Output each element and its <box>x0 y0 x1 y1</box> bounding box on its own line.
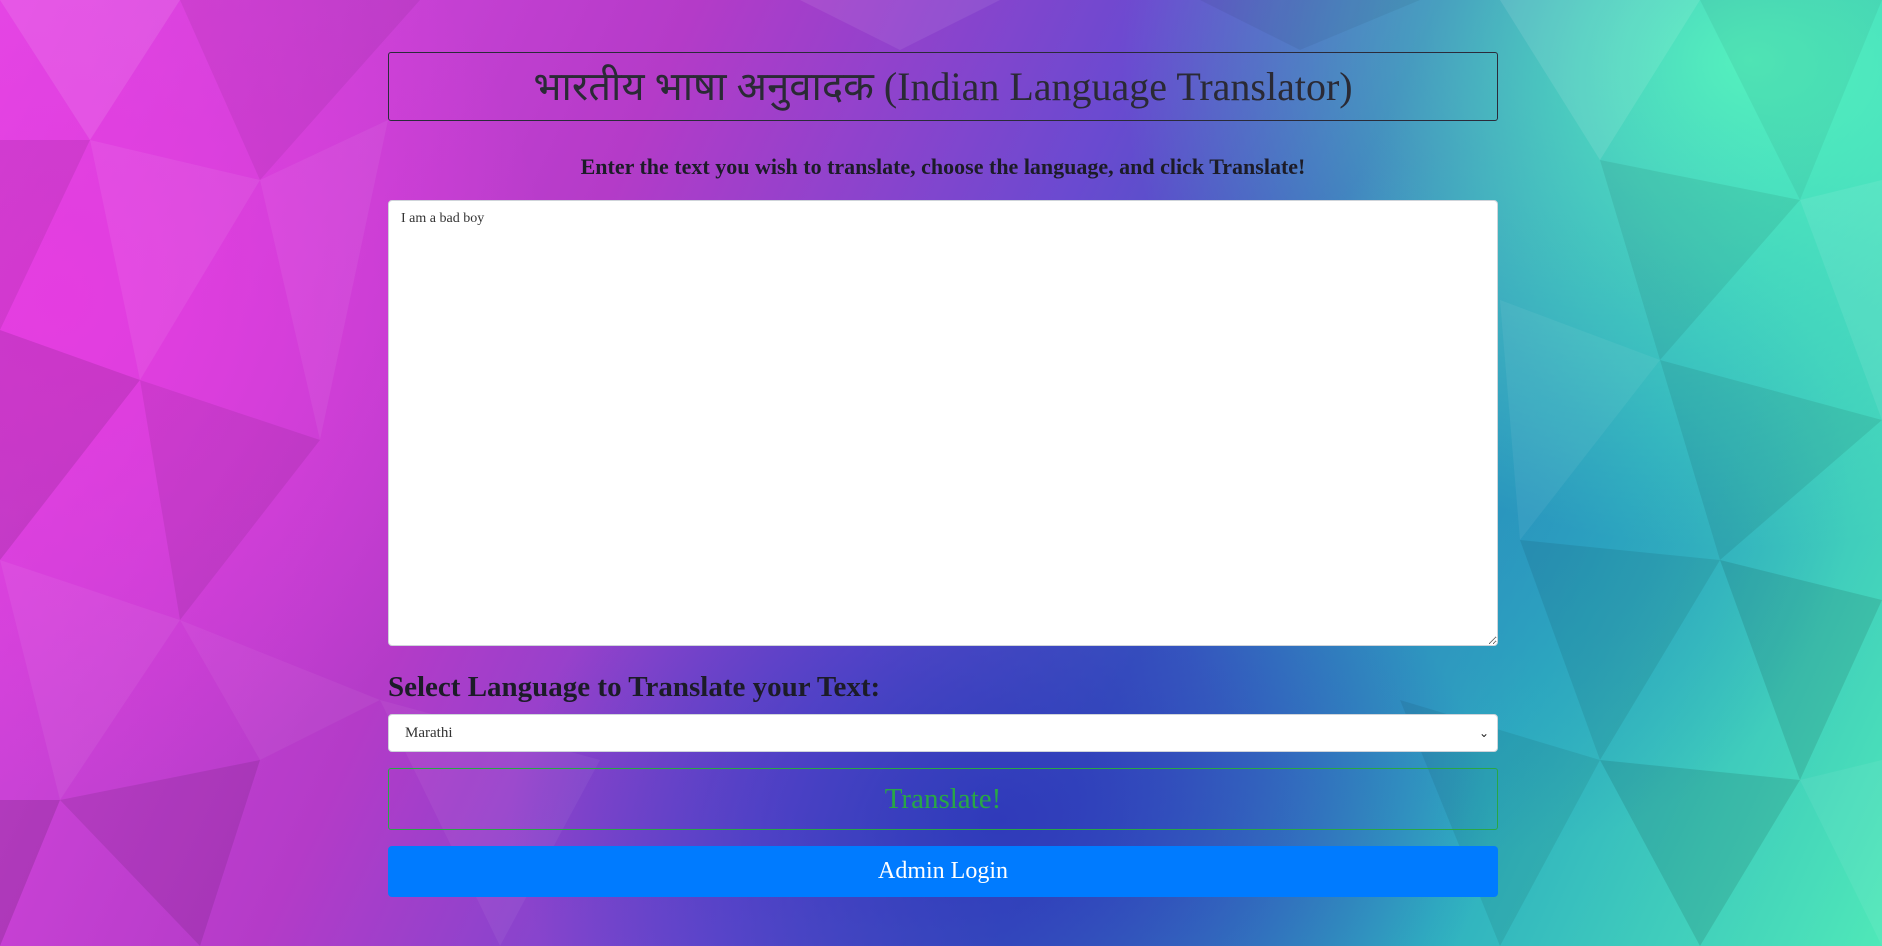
translator-form: भारतीय भाषा अनुवादक (Indian Language Tra… <box>388 52 1498 897</box>
page-title: भारतीय भाषा अनुवादक (Indian Language Tra… <box>388 52 1498 121</box>
language-select[interactable]: Marathi ⌄ <box>388 714 1498 752</box>
source-text-input[interactable]: I am a bad boy <box>388 200 1498 646</box>
language-select-value: Marathi <box>405 724 453 741</box>
language-select-label: Select Language to Translate your Text: <box>388 671 881 703</box>
chevron-down-icon: ⌄ <box>1478 726 1489 740</box>
admin-login-button[interactable]: Admin Login <box>388 846 1498 897</box>
translate-button[interactable]: Translate! <box>388 768 1498 830</box>
instruction-text: Enter the text you wish to translate, ch… <box>580 154 1306 179</box>
